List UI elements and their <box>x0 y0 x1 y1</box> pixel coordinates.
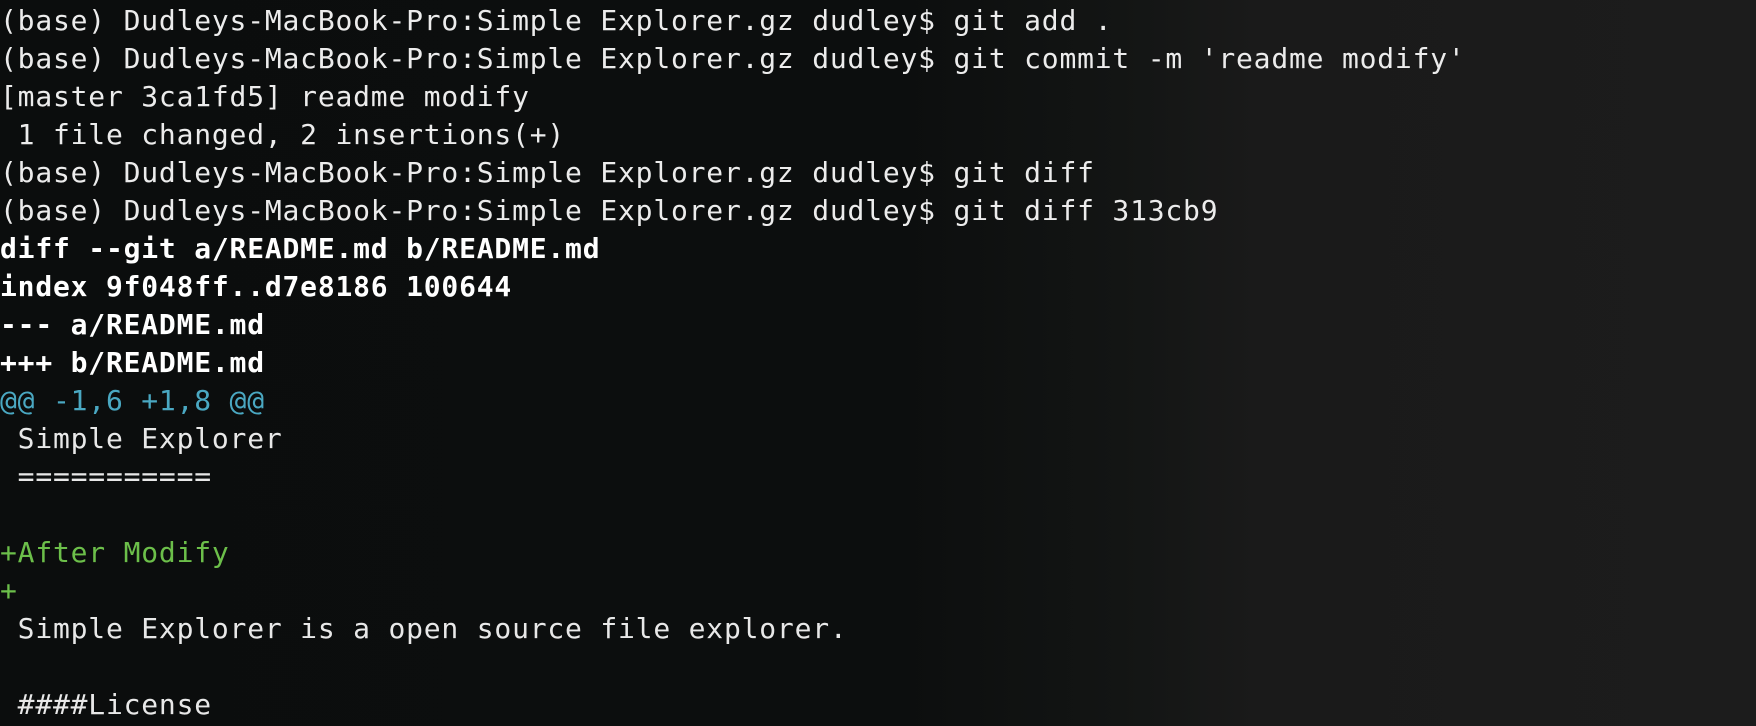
terminal-line-output: [master 3ca1fd5] readme modify <box>0 80 530 113</box>
terminal-line-prompt: (base) Dudleys-MacBook-Pro:Simple Explor… <box>0 4 1113 37</box>
diff-added-line: +After Modify <box>0 536 230 569</box>
terminal-window[interactable]: (base) Dudleys-MacBook-Pro:Simple Explor… <box>0 0 1756 726</box>
terminal-line-prompt: (base) Dudleys-MacBook-Pro:Simple Explor… <box>0 156 1095 189</box>
diff-context-line: Simple Explorer is a open source file ex… <box>0 612 848 645</box>
diff-index-line: index 9f048ff..d7e8186 100644 <box>0 270 513 303</box>
diff-hunk-header: @@ -1,6 +1,8 @@ <box>0 384 265 417</box>
diff-new-file-line: +++ b/README.md <box>0 346 265 379</box>
terminal-output: (base) Dudleys-MacBook-Pro:Simple Explor… <box>0 2 1756 724</box>
diff-context-line <box>0 496 1756 534</box>
diff-header-line: diff --git a/README.md b/README.md <box>0 232 601 265</box>
terminal-line-prompt: (base) Dudleys-MacBook-Pro:Simple Explor… <box>0 42 1466 75</box>
diff-old-file-line: --- a/README.md <box>0 308 265 341</box>
diff-context-line: ####License <box>0 688 212 721</box>
diff-context-line: Simple Explorer <box>0 422 283 455</box>
terminal-line-output: 1 file changed, 2 insertions(+) <box>0 118 566 151</box>
diff-context-line: =========== <box>0 460 212 493</box>
terminal-line-prompt: (base) Dudleys-MacBook-Pro:Simple Explor… <box>0 194 1219 227</box>
diff-added-line: + <box>0 574 18 607</box>
diff-context-line <box>0 648 1756 686</box>
